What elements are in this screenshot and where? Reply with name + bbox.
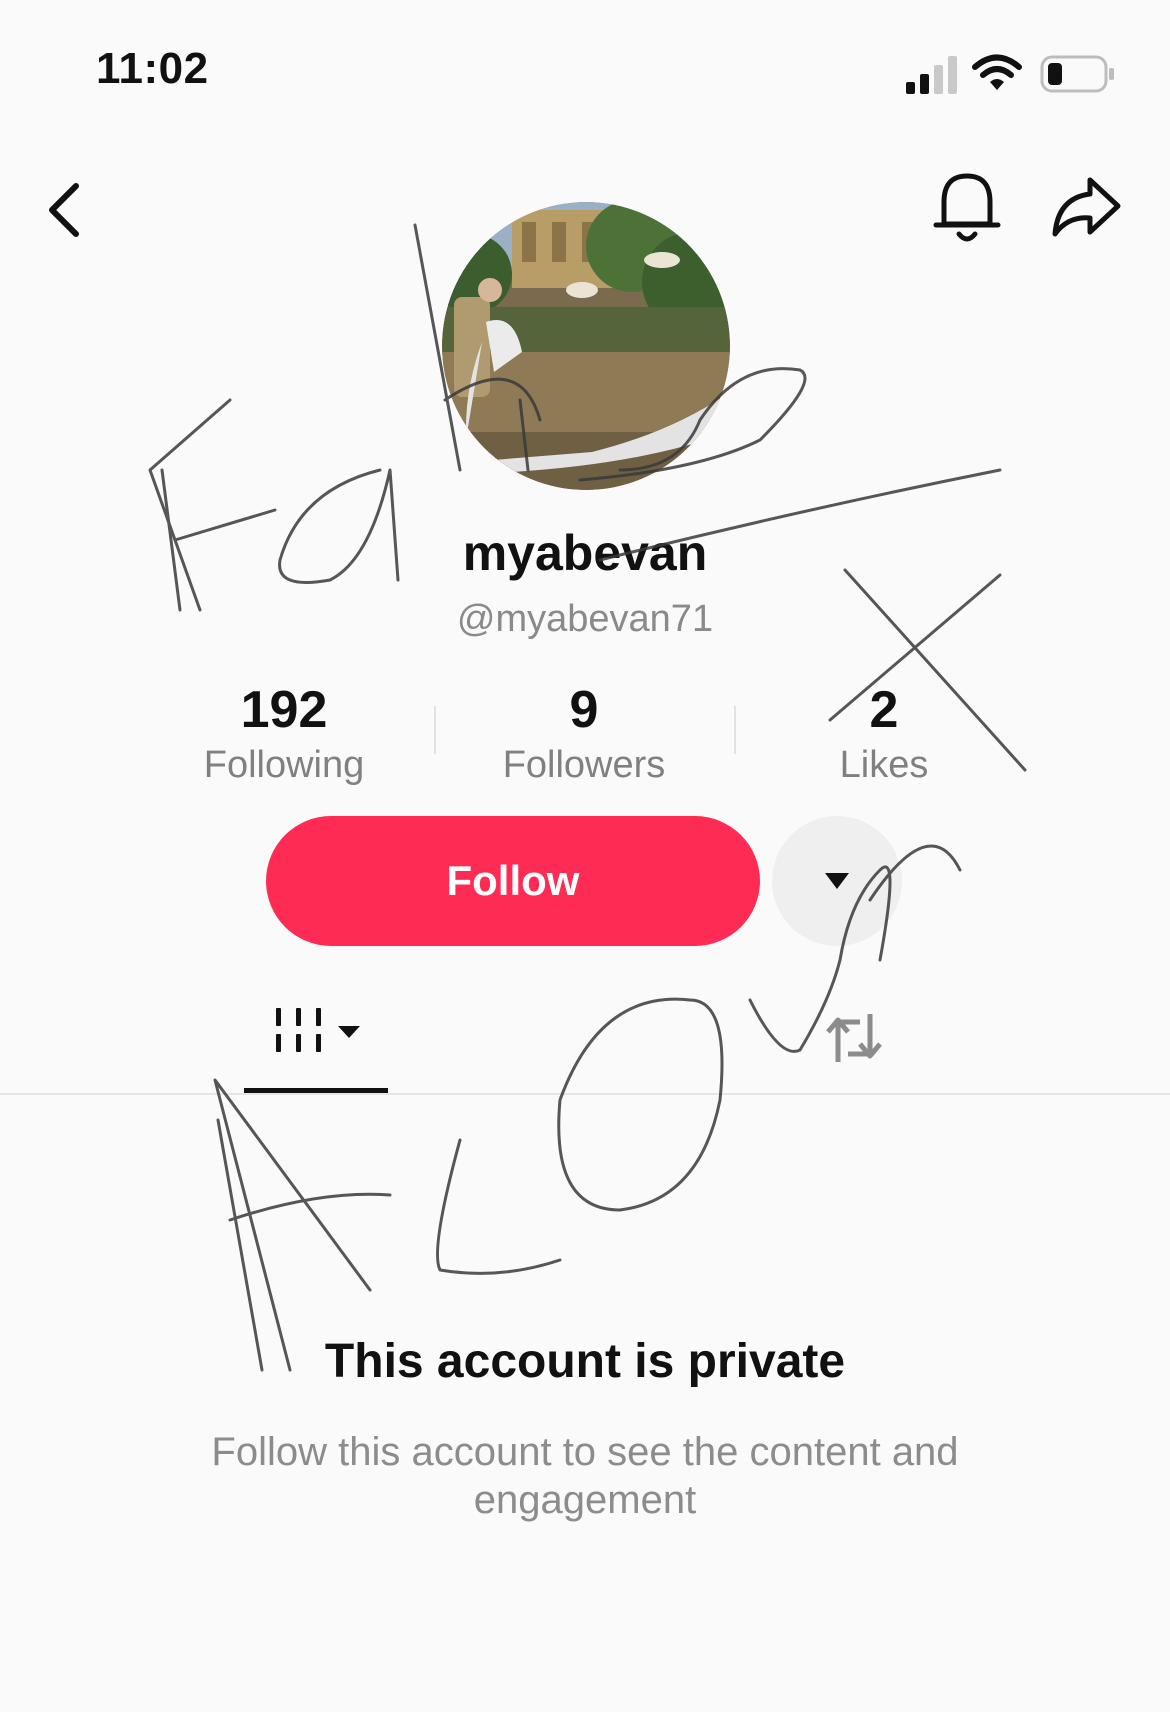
avatar[interactable] xyxy=(442,202,730,490)
caret-down-icon xyxy=(825,873,849,889)
stat-followers-label: Followers xyxy=(502,744,666,786)
stat-likes[interactable]: 2 Likes xyxy=(734,680,1034,787)
battery-icon xyxy=(1040,55,1114,93)
tab-bar-divider xyxy=(0,1093,1170,1095)
back-icon[interactable] xyxy=(44,180,84,240)
status-time: 11:02 xyxy=(96,44,209,93)
stat-following-value: 192 xyxy=(240,681,328,739)
username-handle: @myabevan71 xyxy=(456,598,714,640)
private-account-description: Follow this account to see the content a… xyxy=(211,1430,959,1522)
stat-followers-value: 9 xyxy=(569,681,599,739)
cellular-signal-icon xyxy=(906,56,957,94)
follow-button[interactable]: Follow xyxy=(266,816,760,946)
stat-likes-value: 2 xyxy=(869,681,899,739)
stat-likes-label: Likes xyxy=(839,744,929,786)
repost-icon[interactable] xyxy=(820,1004,888,1072)
stat-followers[interactable]: 9 Followers xyxy=(434,680,734,787)
stat-following[interactable]: 192 Following xyxy=(134,680,434,787)
wifi-icon xyxy=(972,54,1022,90)
videos-grid-icon[interactable] xyxy=(240,998,386,1094)
private-account-title: This account is private xyxy=(324,1335,846,1388)
share-icon[interactable] xyxy=(1050,174,1122,240)
stat-following-label: Following xyxy=(203,744,365,786)
suggested-accounts-button[interactable] xyxy=(772,816,902,946)
display-name: myabevan xyxy=(462,525,708,581)
bell-icon[interactable] xyxy=(932,168,1002,246)
